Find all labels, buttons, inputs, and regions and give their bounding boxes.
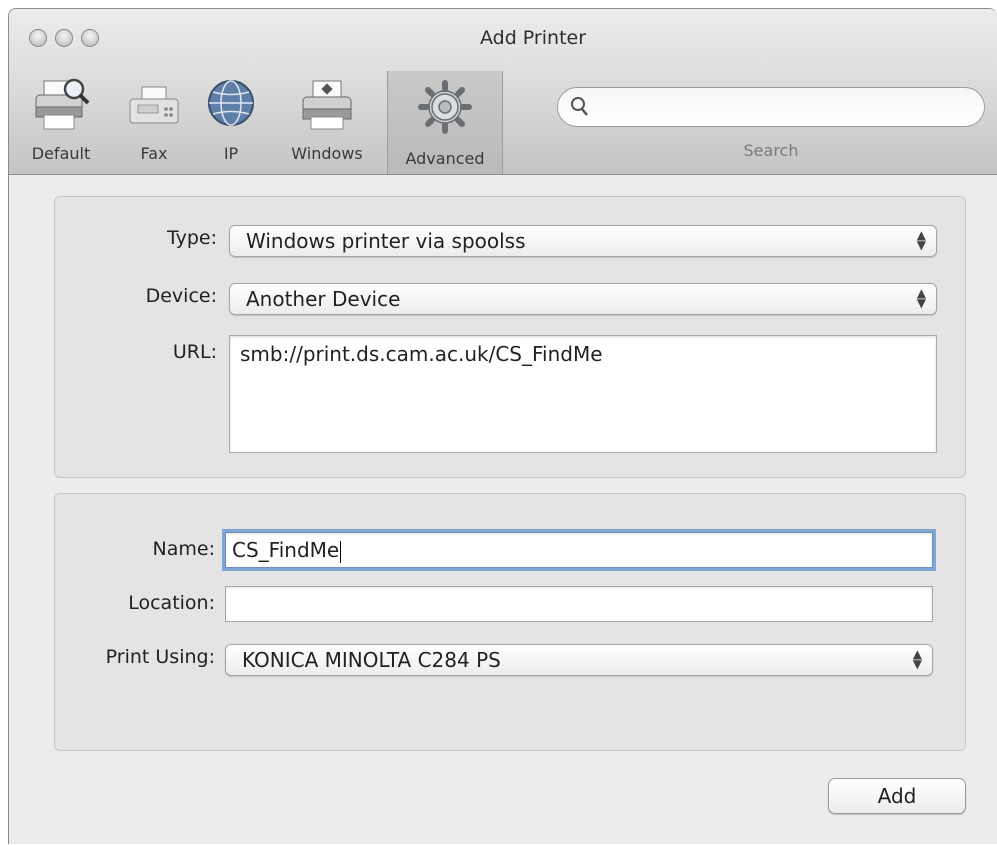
- toolbar-advanced-button[interactable]: Advanced: [387, 71, 503, 174]
- toolbar-windows-label: Windows: [291, 144, 363, 163]
- search-icon: [570, 96, 590, 122]
- add-button[interactable]: Add: [828, 778, 966, 814]
- add-printer-window: Add Printer Default Fax IP Windows Advan…: [8, 8, 997, 844]
- type-label: Type:: [166, 227, 217, 249]
- print-using-popup[interactable]: KONICA MINOLTA C284 PS ▲ ▼: [225, 644, 933, 676]
- toolbar-fax-label: Fax: [140, 144, 168, 163]
- location-label: Location:: [128, 592, 215, 614]
- url-field[interactable]: smb://print.ds.cam.ac.uk/CS_FindMe: [229, 335, 937, 453]
- default-printer-icon: [30, 77, 92, 137]
- url-label: URL:: [172, 341, 217, 363]
- type-value: Windows printer via spoolss: [246, 229, 526, 253]
- advanced-gear-icon: [416, 79, 474, 139]
- popup-arrows-icon: ▲ ▼: [916, 286, 926, 310]
- device-value: Another Device: [246, 287, 401, 311]
- windows-printer-icon: [297, 77, 357, 137]
- connection-group: Type: Windows printer via spoolss ▲ ▼ Dev…: [54, 196, 966, 478]
- search-label: Search: [743, 141, 799, 160]
- device-label: Device:: [145, 285, 217, 307]
- search-input[interactable]: [557, 87, 985, 127]
- url-value: smb://print.ds.cam.ac.uk/CS_FindMe: [240, 342, 603, 366]
- toolbar-default-label: Default: [31, 144, 91, 163]
- fax-icon: [126, 77, 182, 137]
- popup-arrows-icon: ▲ ▼: [912, 647, 922, 671]
- toolbar-advanced-label: Advanced: [405, 149, 485, 168]
- toolbar-fax-button[interactable]: Fax: [113, 69, 195, 169]
- name-field[interactable]: CS_FindMe: [225, 532, 933, 568]
- device-popup[interactable]: Another Device ▲ ▼: [229, 283, 937, 315]
- print-using-value: KONICA MINOLTA C284 PS: [242, 648, 501, 672]
- text-caret: [340, 540, 342, 563]
- toolbar: Add Printer Default Fax IP Windows Advan…: [9, 9, 997, 175]
- name-label: Name:: [152, 538, 215, 560]
- toolbar-default-button[interactable]: Default: [9, 69, 113, 169]
- print-using-label: Print Using:: [105, 646, 215, 668]
- toolbar-ip-button[interactable]: IP: [195, 69, 267, 169]
- printer-details-group: Name: CS_FindMe Location: Print Using: K…: [54, 493, 966, 751]
- ip-globe-icon: [203, 77, 259, 137]
- type-popup[interactable]: Windows printer via spoolss ▲ ▼: [229, 225, 937, 257]
- toolbar-ip-label: IP: [223, 144, 239, 163]
- location-field[interactable]: [225, 586, 933, 622]
- window-title: Add Printer: [479, 27, 587, 49]
- popup-arrows-icon: ▲ ▼: [916, 228, 926, 252]
- name-value: CS_FindMe: [232, 538, 340, 562]
- toolbar-windows-button[interactable]: Windows: [267, 69, 387, 169]
